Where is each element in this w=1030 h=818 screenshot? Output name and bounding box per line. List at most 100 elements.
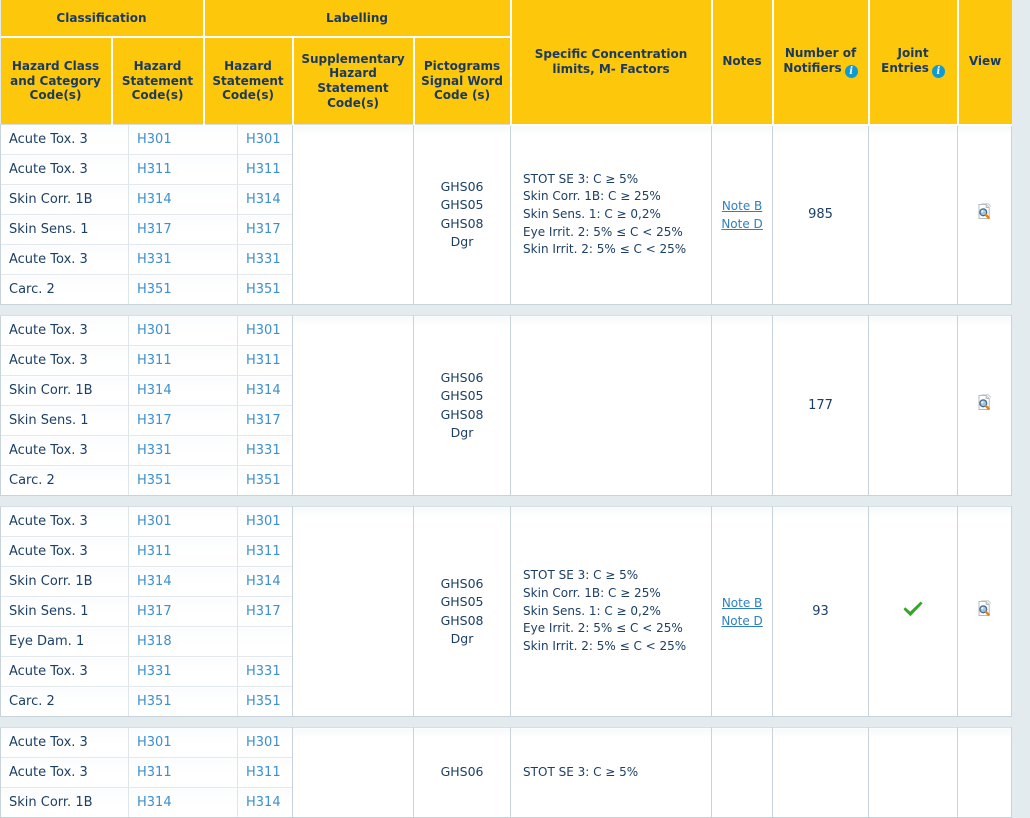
cell-hazard-statement-classification[interactable]: H311 [128,154,238,185]
info-icon-number-of-notifiers[interactable]: i [844,64,858,78]
cell-hazard-class-category: Acute Tox. 3 [1,757,129,788]
group-joint-entries [868,506,959,717]
cell-hazard-statement-classification[interactable]: H314 [128,184,238,215]
note-link[interactable]: Note B [712,197,772,215]
cell-hazard-class-category: Skin Sens. 1 [1,214,129,245]
group-separator [0,304,1012,316]
cell-hazard-statement-classification[interactable]: H317 [128,596,238,627]
view-document-icon[interactable] [975,393,994,413]
cell-hazard-statement-classification[interactable]: H314 [128,566,238,597]
header-supplementary-hazard-statement: Supplementary Hazard Statement Code(s) [292,37,415,125]
cell-hazard-class-category: Skin Sens. 1 [1,405,129,436]
classification-group-row: Acute Tox. 3 H301 H301 Acute Tox. 3 H311 H311… [0,315,1013,496]
group-specific-concentration-limits: STOT SE 3: C ≥ 5% [510,727,713,818]
header-pictograms-signal-word: Pictograms Signal Word Code (s) [413,37,512,125]
group-pictograms-signal-word: GHS06 GHS05 GHS08 Dgr [413,124,512,305]
cell-hazard-class-category: Skin Corr. 1B [1,566,129,597]
group-notes [711,727,774,818]
group-pictograms-signal-word: GHS06 GHS05 GHS08 Dgr [413,506,512,717]
group-view [957,506,1013,717]
cell-hazard-statement-classification[interactable]: H331 [128,244,238,275]
view-document-icon[interactable] [975,599,994,619]
group-classification-block: Acute Tox. 3 H301 H301 Acute Tox. 3 H311 H311… [0,124,343,305]
group-separator-cell [0,304,1012,316]
header-view: View [957,0,1012,126]
group-specific-concentration-limits: STOT SE 3: C ≥ 5% Skin Corr. 1B: C ≥ 25%… [510,124,713,305]
group-notes: Note B Note D [711,506,774,717]
info-icon-joint-entries[interactable]: i [931,64,945,78]
cell-hazard-class-category: Acute Tox. 3 [1,345,129,376]
note-link[interactable]: Note B [712,594,772,612]
cell-hazard-class-category: Acute Tox. 3 [1,435,129,466]
header-hazard-statement-labelling: Hazard Statement Code(s) [203,37,294,125]
cell-hazard-class-category: Skin Corr. 1B [1,375,129,406]
cell-hazard-statement-classification[interactable]: H331 [128,435,238,466]
cell-hazard-class-category: Acute Tox. 3 [1,316,129,346]
group-supplementary-hazard-statement [292,124,415,305]
cell-hazard-class-category: Carc. 2 [1,686,129,716]
note-link[interactable]: Note D [712,612,772,630]
group-supplementary-hazard-statement [292,506,415,717]
classification-results-page: Classification Labelling Specific Concen… [0,0,1030,818]
group-classification-block: Acute Tox. 3 H301 H301 Acute Tox. 3 H311 H311… [0,315,343,496]
header-notes: Notes [711,0,774,126]
header-hazard-class-category: Hazard Class and Category Code(s) [0,37,113,125]
header-joint-entries-label: Joint Entries [881,45,929,75]
cell-hazard-statement-classification[interactable]: H331 [128,656,238,687]
header-group-row: Classification Labelling Specific Concen… [0,0,1012,126]
header-number-of-notifiers: Number of Notifiers i [772,0,870,126]
group-number-of-notifiers: 177 [772,315,870,496]
group-separator [0,495,1012,507]
cell-hazard-class-category: Acute Tox. 3 [1,125,129,155]
group-supplementary-hazard-statement [292,315,415,496]
cell-hazard-statement-classification[interactable]: H301 [128,316,238,346]
cell-hazard-statement-classification[interactable]: H351 [128,465,238,495]
cell-hazard-statement-classification[interactable]: H351 [128,274,238,304]
table-header: Classification Labelling Specific Concen… [0,0,1012,126]
classification-labelling-table: Classification Labelling Specific Concen… [0,0,1013,818]
header-group-classification: Classification [0,0,205,38]
header-group-labelling: Labelling [203,0,512,38]
classification-group-row: Acute Tox. 3 H301 H301 Acute Tox. 3 H311 H311… [0,727,1013,818]
group-classification-block: Acute Tox. 3 H301 H301 Acute Tox. 3 H311 H311… [0,506,343,717]
table-body: Acute Tox. 3 H301 H301 Acute Tox. 3 H311 H311… [0,124,1013,818]
cell-hazard-class-category: Carc. 2 [1,465,129,495]
cell-hazard-class-category: Skin Corr. 1B [1,184,129,215]
green-check-icon [902,600,924,618]
cell-hazard-statement-classification[interactable]: H301 [128,507,238,537]
group-pictograms-signal-word: GHS06 GHS05 GHS08 Dgr [413,315,512,496]
cell-hazard-statement-classification[interactable]: H318 [128,626,238,657]
group-separator-cell [0,716,1012,728]
cell-hazard-statement-classification[interactable]: H311 [128,757,238,788]
group-separator [0,716,1012,728]
cell-hazard-statement-classification[interactable]: H311 [128,536,238,567]
cell-hazard-class-category: Eye Dam. 1 [1,626,129,657]
cell-hazard-statement-classification[interactable]: H301 [128,125,238,155]
group-separator-cell [0,495,1012,507]
cell-hazard-statement-classification[interactable]: H311 [128,345,238,376]
cell-hazard-statement-classification[interactable]: H317 [128,405,238,436]
cell-hazard-statement-classification[interactable]: H314 [128,375,238,406]
header-specific-concentration: Specific Concentration limits, M- Factor… [510,0,713,126]
cell-hazard-class-category: Acute Tox. 3 [1,536,129,567]
note-link[interactable]: Note D [712,215,772,233]
cell-hazard-statement-classification[interactable]: H301 [128,728,238,758]
cell-hazard-class-category: Skin Sens. 1 [1,596,129,627]
cell-hazard-class-category: Acute Tox. 3 [1,656,129,687]
group-supplementary-hazard-statement [292,727,415,818]
group-joint-entries [868,124,959,305]
cell-hazard-class-category: Acute Tox. 3 [1,244,129,275]
group-notes [711,315,774,496]
header-hazard-statement-classification: Hazard Statement Code(s) [111,37,205,125]
group-notes: Note B Note D [711,124,774,305]
header-joint-entries: Joint Entries i [868,0,959,126]
cell-hazard-statement-classification[interactable]: H351 [128,686,238,716]
group-joint-entries [868,727,959,818]
group-specific-concentration-limits [510,315,713,496]
group-number-of-notifiers [772,727,870,818]
group-number-of-notifiers: 985 [772,124,870,305]
cell-hazard-statement-classification[interactable]: H317 [128,214,238,245]
view-document-icon[interactable] [975,203,994,222]
cell-hazard-class-category: Acute Tox. 3 [1,728,129,758]
cell-hazard-statement-classification[interactable]: H314 [128,787,238,817]
